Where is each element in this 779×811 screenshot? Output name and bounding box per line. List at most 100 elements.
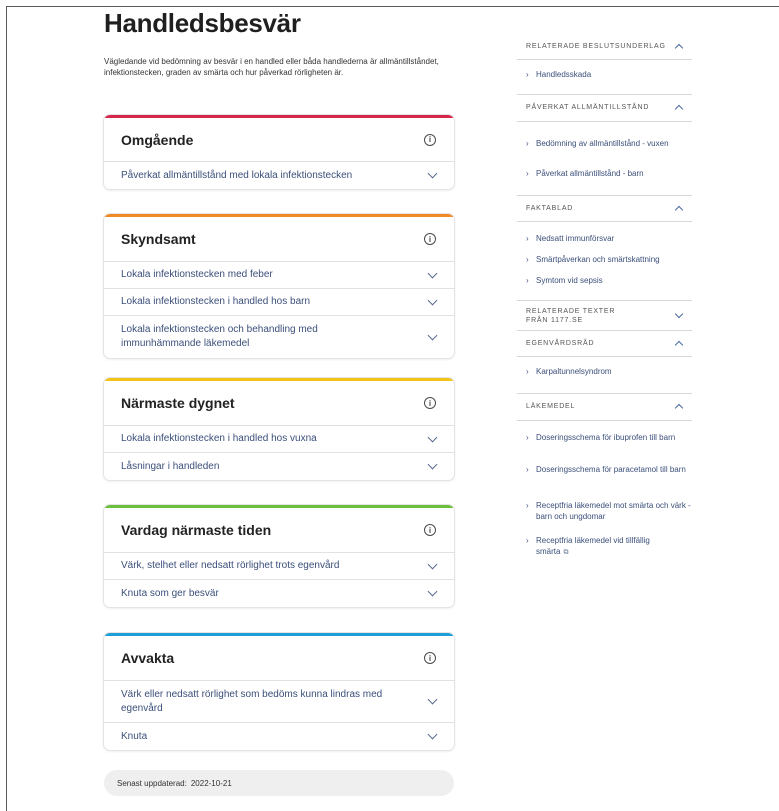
last-updated-label: Senast uppdaterad: [117,778,187,788]
list-item[interactable]: Värk, stelhet eller nedsatt rörlighet tr… [104,553,454,580]
chevron-right-icon: › [526,70,529,79]
sidebar-link[interactable]: › Bedömning av allmäntillstånd - vuxen [526,138,686,149]
card-header[interactable]: Skyndsamt i [104,217,454,262]
list-item[interactable]: Knuta som ger besvär [104,580,454,607]
page-lead: Vägledande vid bedömning av besvär i en … [104,57,439,77]
link-label: Symtom vid sepsis [536,276,603,285]
section-title: FAKTABLAD [526,205,574,212]
list-item-label: Lokala infektionstecken i handled hos vu… [121,433,317,444]
section-title: EGENVÅRDSRÅD [526,340,595,347]
chevron-down-icon [427,432,438,442]
card-header[interactable]: Omgående i [104,118,454,162]
sidebar-link[interactable]: › Smärtpåverkan och smärtskattning [526,254,696,265]
link-label: Doseringsschema för ibuprofen till barn [536,433,676,442]
card-vardag: Vardag närmaste tiden i Värk, stelhet el… [104,505,454,607]
list-item[interactable]: Lokala infektionstecken och behandling m… [104,316,454,358]
sidebar-link[interactable]: › Doseringsschema för paracetamol till ba… [526,464,696,475]
chevron-right-icon: › [526,169,529,178]
section-title: RELATERADE BESLUTSUNDERLAG [526,42,666,50]
divider [517,221,692,222]
section-title: PÅVERKAT ALLMÄNTILLSTÅND [526,104,650,111]
list-item-label: Värk eller nedsatt rörlighet som bedöms … [121,688,383,714]
chevron-right-icon: › [526,536,529,545]
link-label: Karpaltunnelsyndrom [536,367,612,376]
link-label: Påverkat allmäntillstånd - barn [536,169,644,178]
last-updated-date: 2022-10-21 [190,778,232,788]
link-label: Bedömning av allmäntillstånd - vuxen [536,139,669,148]
sidebar-link[interactable]: › Doseringsschema för ibuprofen till barn [526,432,696,443]
card-title: Omgående [121,131,194,148]
external-link-icon: ⧉ [563,549,569,556]
chevron-up-icon [674,340,684,350]
last-updated: Senast uppdaterad: 2022-10-21 [104,770,454,796]
chevron-right-icon: › [526,255,529,264]
sidebar-link[interactable]: › Symtom vid sepsis [526,275,696,286]
info-icon[interactable]: i [424,233,436,245]
chevron-right-icon: › [526,276,529,285]
card-title: Avvakta [121,650,175,666]
card-header[interactable]: Vardag närmaste tiden i [104,508,454,553]
sidebar-section-faktablad[interactable]: FAKTABLAD [517,195,692,221]
info-icon[interactable]: i [424,652,436,664]
sidebar-link[interactable]: › Receptfria läkemedel mot smärta och vär… [526,500,696,522]
chevron-down-icon [427,330,438,340]
list-item-label: Lokala infektionstecken med feber [121,269,273,280]
card-avvakta: Avvakta i Värk eller nedsatt rörlighet s… [104,633,454,750]
sidebar-link[interactable]: › Nedsatt immunförsvar [526,233,696,244]
info-icon[interactable]: i [424,397,436,409]
chevron-down-icon [427,459,438,470]
info-icon[interactable]: i [424,524,436,536]
list-item-label: Knuta [121,730,148,742]
card-header[interactable]: Avvakta i [104,636,454,681]
chevron-right-icon: › [526,465,529,474]
info-icon[interactable]: i [424,133,436,146]
link-label: Handledsskada [536,70,592,79]
chevron-right-icon: › [526,433,529,442]
list-item[interactable]: Lokala infektionstecken i handled hos vu… [104,426,454,453]
sidebar-section-lakemedel[interactable]: LÄKEMEDEL [517,393,692,419]
card-narmaste-dygnet: Närmaste dygnet i Lokala infektionstecke… [104,378,454,480]
list-item[interactable]: Låsningar i handleden [104,453,454,480]
card-header[interactable]: Närmaste dygnet i [104,381,454,426]
list-item[interactable]: Knuta [104,723,454,750]
sidebar-link[interactable]: › Receptfria läkemedel vid tillfällig smä… [526,535,681,558]
chevron-up-icon [674,205,684,215]
sidebar-section-egenvardsrad[interactable]: EGENVÅRDSRÅD [517,330,692,356]
chevron-right-icon: › [526,367,529,376]
chevron-down-icon [427,268,438,278]
sidebar-section-paverkat-allmantillstand[interactable]: PÅVERKAT ALLMÄNTILLSTÅND [517,94,692,120]
link-label: Nedsatt immunförsvar [536,234,615,243]
divider [517,121,692,122]
sidebar-link[interactable]: › Påverkat allmäntillstånd - barn [526,168,696,179]
chevron-down-icon [674,309,684,319]
card-title: Vardag närmaste tiden [121,522,272,538]
sidebar-link[interactable]: › Karpaltunnelsyndrom [526,366,696,377]
list-item-label: Lokala infektionstecken och behandling m… [121,324,318,349]
list-item[interactable]: Påverkat allmäntillstånd med lokala infe… [104,162,454,189]
chevron-down-icon [427,559,438,569]
card-title: Skyndsamt [121,231,196,247]
list-item-label: Låsningar i handleden [121,460,220,472]
link-label: Receptfria läkemedel mot smärta och värk… [536,501,691,521]
chevron-up-icon [674,43,684,52]
sidebar-section-relaterade-texter[interactable]: RELATERADE TEXTER FRÅN 1177.SE [517,300,692,330]
list-item[interactable]: Värk eller nedsatt rörlighet som bedöms … [104,681,454,723]
chevron-down-icon [427,694,438,705]
list-item[interactable]: Lokala infektionstecken i handled hos ba… [104,289,454,316]
chevron-up-icon [674,403,684,413]
link-label: Receptfria läkemedel vid tillfällig smär… [536,536,650,556]
list-item-label: Värk, stelhet eller nedsatt rörlighet tr… [121,560,340,571]
divider [517,356,692,357]
chevron-down-icon [427,168,438,179]
sidebar-section-relaterade-beslutsunderlag[interactable]: RELATERADE BESLUTSUNDERLAG [517,33,692,59]
chevron-down-icon [427,729,438,740]
divider [517,59,692,60]
sidebar-link[interactable]: › Handledsskada [526,69,696,80]
list-item[interactable]: Lokala infektionstecken med feber [104,262,454,289]
main-content: Handledsbesvär Vägledande vid bedömning … [104,8,454,78]
section-title: LÄKEMEDEL [526,403,576,410]
section-title: RELATERADE TEXTER FRÅN 1177.SE [526,307,616,324]
link-label: Doseringsschema för paracetamol till bar… [536,465,686,474]
list-item-label: Knuta som ger besvär [121,587,219,599]
page-title: Handledsbesvär [104,8,301,38]
